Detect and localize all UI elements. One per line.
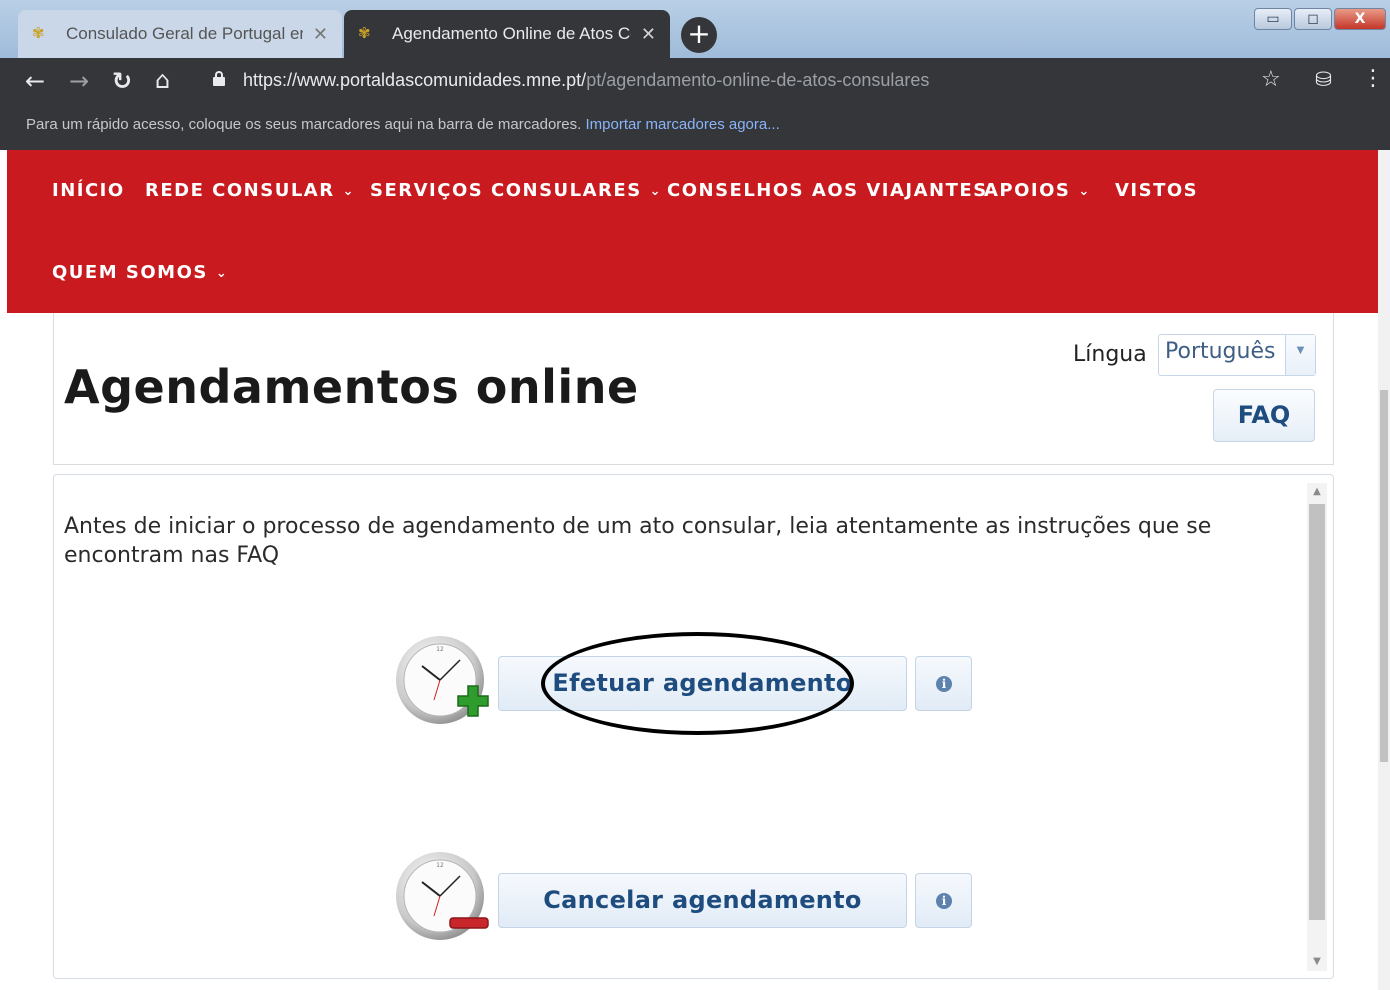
page-title: Agendamentos online — [64, 360, 639, 414]
maximize-button[interactable]: ◻ — [1294, 8, 1332, 30]
nav-label: VISTOS — [1115, 180, 1199, 201]
highlight-annotation-ellipse — [541, 632, 854, 735]
clock-add-icon: 12 — [396, 636, 489, 724]
nav-vistos[interactable]: VISTOS — [1115, 180, 1198, 201]
tab-title: Consulado Geral de Portugal em — [66, 24, 303, 43]
nav-quem-somos[interactable]: QUEM SOMOS ⌄ — [52, 262, 228, 283]
url-host: https://www.portaldascomunidades.mne.pt/ — [243, 70, 587, 90]
nav-rede-consular[interactable]: REDE CONSULAR ⌄ — [145, 180, 355, 201]
svg-text:12: 12 — [436, 646, 444, 653]
nav-label: INÍCIO — [52, 180, 125, 201]
intro-text: Antes de iniciar o processo de agendamen… — [64, 514, 1212, 568]
scroll-down-icon[interactable]: ▼ — [1307, 953, 1327, 971]
language-label: Língua — [1073, 342, 1147, 367]
nav-apoios[interactable]: APOIOS ⌄ — [984, 180, 1091, 201]
tab-consulado[interactable]: ✾ Consulado Geral de Portugal em ✕ — [18, 10, 342, 58]
bookmarks-bar: Para um rápido acesso, coloque os seus m… — [0, 106, 1390, 150]
reload-icon[interactable]: ↻ — [112, 68, 132, 94]
nav-servicos-consulares[interactable]: SERVIÇOS CONSULARES ⌄ — [370, 180, 662, 201]
tab-agendamento[interactable]: ✾ Agendamento Online de Atos Co ✕ — [344, 10, 670, 58]
incognito-icon[interactable]: ⛁ — [1315, 67, 1332, 91]
nav-label: CONSELHOS AOS VIAJANTES — [667, 180, 988, 201]
dropdown-arrow-icon: ▼ — [1285, 335, 1315, 375]
nav-label: SERVIÇOS CONSULARES — [370, 180, 642, 201]
menu-icon[interactable]: ⋮ — [1362, 66, 1384, 91]
chevron-down-icon: ⌄ — [342, 184, 355, 199]
chevron-down-icon: ⌄ — [215, 266, 229, 281]
minimize-button[interactable]: ▭ — [1254, 8, 1292, 30]
close-tab-icon[interactable]: ✕ — [641, 24, 656, 45]
language-value: Português — [1165, 339, 1276, 364]
nav-label: REDE CONSULAR — [145, 180, 335, 201]
forward-icon[interactable]: → — [69, 68, 89, 94]
close-window-button[interactable]: X — [1334, 8, 1386, 30]
scroll-up-icon[interactable]: ▲ — [1307, 483, 1327, 501]
scroll-thumb[interactable] — [1309, 504, 1325, 920]
nav-label: APOIOS — [984, 180, 1071, 201]
window-controls: ▭ ◻ X — [1254, 8, 1386, 30]
chevron-down-icon: ⌄ — [649, 184, 663, 199]
nav-conselhos-aos-viajantes[interactable]: CONSELHOS AOS VIAJANTES — [667, 180, 988, 201]
import-bookmarks-link[interactable]: Importar marcadores agora... — [585, 116, 779, 133]
close-tab-icon[interactable]: ✕ — [313, 24, 328, 45]
svg-text:12: 12 — [436, 862, 444, 869]
bookmark-star-icon[interactable]: ☆ — [1261, 67, 1281, 92]
site-navigation — [7, 150, 1378, 313]
language-select[interactable]: Português ▼ — [1158, 334, 1316, 376]
nav-inicio[interactable]: INÍCIO — [52, 180, 125, 201]
chevron-down-icon: ⌄ — [1078, 184, 1091, 199]
panel-scrollbar[interactable]: ▲ ▼ — [1307, 483, 1327, 971]
home-icon[interactable]: ⌂ — [155, 67, 170, 93]
bookmarks-hint: Para um rápido acesso, coloque os seus m… — [26, 116, 582, 133]
address-bar[interactable]: https://www.portaldascomunidades.mne.pt/… — [243, 70, 929, 91]
clock-remove-icon: 12 — [396, 852, 489, 940]
page-scrollbar[interactable] — [1378, 150, 1390, 990]
portugal-emblem-icon: ✾ — [358, 25, 371, 42]
portugal-emblem-icon: ✾ — [32, 25, 45, 42]
lock-icon[interactable] — [213, 71, 225, 86]
page-scroll-thumb[interactable] — [1380, 390, 1388, 762]
nav-label: QUEM SOMOS — [52, 262, 208, 283]
new-tab-button[interactable]: + — [681, 17, 717, 53]
cancelar-info-button[interactable]: i — [915, 873, 972, 928]
browser-titlebar: ✾ Consulado Geral de Portugal em ✕ ✾ Age… — [0, 0, 1390, 58]
efetuar-info-button[interactable]: i — [915, 656, 972, 711]
tab-title: Agendamento Online de Atos Co — [392, 24, 631, 43]
faq-button[interactable]: FAQ — [1213, 389, 1315, 442]
info-icon: i — [936, 893, 952, 909]
cancelar-agendamento-button[interactable]: Cancelar agendamento — [498, 873, 907, 928]
url-path: pt/agendamento-online-de-atos-consulares — [586, 70, 930, 90]
back-icon[interactable]: ← — [25, 68, 45, 94]
info-icon: i — [936, 676, 952, 692]
